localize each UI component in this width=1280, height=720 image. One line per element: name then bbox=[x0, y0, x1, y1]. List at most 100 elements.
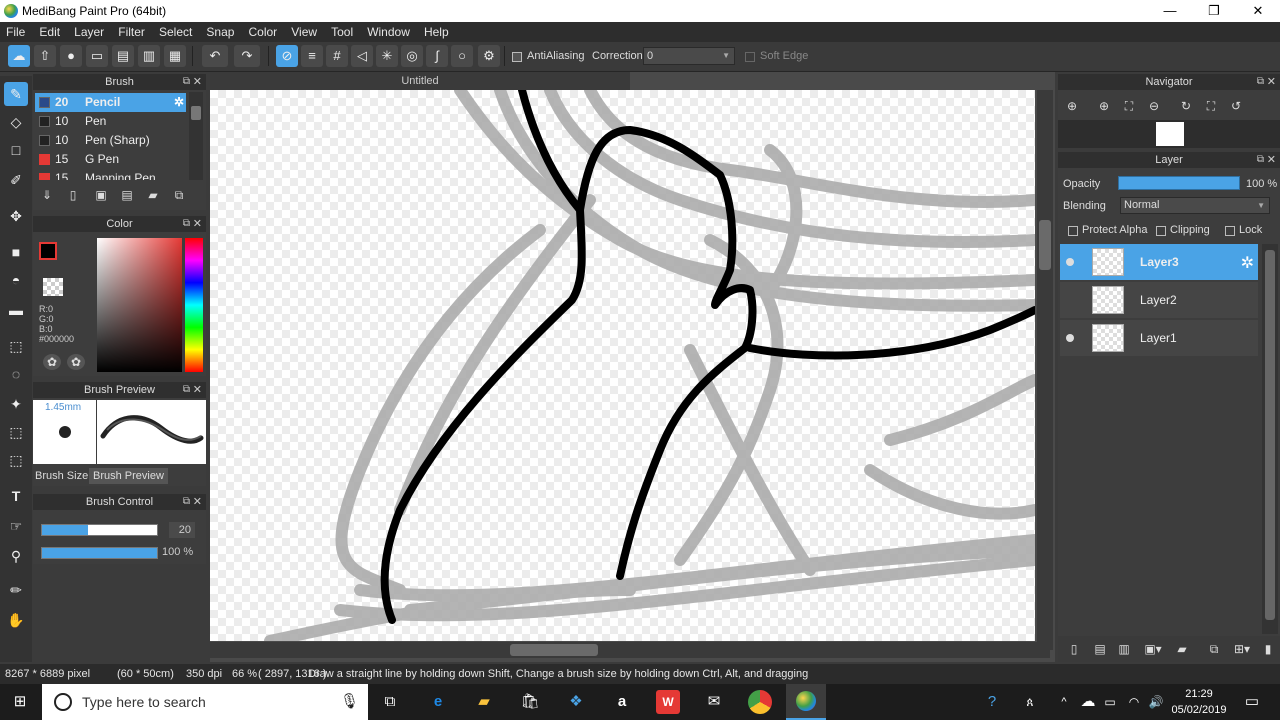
canvas-vertical-scrollbar[interactable] bbox=[1037, 90, 1053, 650]
pen-tool-icon[interactable]: ✐ bbox=[4, 168, 28, 192]
close-button[interactable]: ✕ bbox=[1236, 0, 1280, 22]
maximize-button[interactable]: ❐ bbox=[1192, 0, 1236, 22]
new-halftone-layer-icon[interactable]: ▤ bbox=[1090, 639, 1110, 659]
float-icon[interactable]: ⧉ bbox=[183, 74, 190, 90]
fullscreen-icon[interactable]: ⛶ bbox=[1201, 96, 1221, 116]
dropbox-icon[interactable]: ❖ bbox=[564, 690, 588, 714]
menu-filter[interactable]: Filter bbox=[112, 22, 150, 39]
rotate-reset-icon[interactable]: ↺ bbox=[1226, 96, 1246, 116]
snap-radial-icon[interactable]: ✳ bbox=[376, 45, 398, 67]
minimize-button[interactable]: — bbox=[1148, 0, 1192, 22]
fill-shape-icon[interactable]: ■ bbox=[4, 240, 28, 264]
float-icon[interactable]: ⧉ bbox=[183, 216, 190, 232]
brush-item-pen-sharp[interactable]: 10 Pen (Sharp) bbox=[35, 131, 186, 150]
bucket-tool-icon[interactable]: ◓ bbox=[4, 268, 28, 292]
protect-alpha-checkbox[interactable] bbox=[1068, 226, 1078, 236]
brush-item-g-pen[interactable]: 15 G Pen bbox=[35, 150, 186, 169]
merge-layer-icon[interactable]: ⊞▾ bbox=[1230, 639, 1254, 659]
store-icon[interactable]: 🛍 bbox=[518, 690, 542, 714]
brush-doc-icon[interactable]: ▤ bbox=[117, 185, 137, 205]
cloud-download-icon[interactable]: ⇓ bbox=[37, 185, 57, 205]
select-rect-icon[interactable]: ⬚ bbox=[4, 334, 28, 358]
vertical-scroll-thumb[interactable] bbox=[1039, 220, 1051, 270]
eraser-tool-icon[interactable]: ◇ bbox=[4, 110, 28, 134]
zoom-out-icon[interactable]: ⊖ bbox=[1144, 96, 1164, 116]
operation-tool-icon[interactable]: ☞ bbox=[4, 514, 28, 538]
file-explorer-icon[interactable]: ▰ bbox=[472, 690, 496, 714]
float-icon[interactable]: ⧉ bbox=[1257, 74, 1264, 90]
float-icon[interactable]: ⧉ bbox=[1257, 152, 1264, 168]
windows-start-icon[interactable]: ⊞ bbox=[8, 690, 32, 714]
brush-opacity-slider[interactable] bbox=[41, 547, 158, 559]
brush-item-pen[interactable]: 10 Pen bbox=[35, 112, 186, 131]
horizontal-scroll-thumb[interactable] bbox=[510, 644, 598, 656]
palette-add-icon[interactable]: ✿ bbox=[67, 354, 85, 370]
eye-icon[interactable] bbox=[1066, 334, 1074, 342]
new-brush-icon[interactable]: ▯ bbox=[63, 185, 83, 205]
layer-row-layer1[interactable]: Layer1 bbox=[1060, 320, 1258, 356]
folder-icon[interactable]: ▰ bbox=[143, 185, 163, 205]
close-icon[interactable]: ✕ bbox=[193, 216, 202, 232]
rotate-icon[interactable]: ↻ bbox=[1176, 96, 1196, 116]
menu-select[interactable]: Select bbox=[153, 22, 197, 39]
brush-preview-tab[interactable]: Brush Preview bbox=[89, 468, 168, 484]
select-eraser-icon[interactable]: ⬚ bbox=[4, 448, 28, 472]
snap-off-icon[interactable]: ⊘ bbox=[276, 45, 298, 67]
folder-icon[interactable]: ▰ bbox=[1172, 639, 1192, 659]
drawing-canvas[interactable] bbox=[210, 90, 1035, 641]
menu-color[interactable]: Color bbox=[243, 22, 283, 39]
task-view-icon[interactable]: ⧉ bbox=[378, 690, 402, 714]
amazon-icon[interactable]: a bbox=[610, 690, 634, 714]
undo-icon[interactable]: ↶ bbox=[202, 45, 228, 67]
page-icon[interactable]: ▤ bbox=[112, 45, 134, 67]
comment-icon[interactable]: ▭ bbox=[86, 45, 108, 67]
snap-curve-icon[interactable]: ∫ bbox=[426, 45, 448, 67]
lock-checkbox[interactable] bbox=[1225, 226, 1235, 236]
chevron-up-icon[interactable]: ^ bbox=[1052, 690, 1076, 714]
float-icon[interactable]: ⧉ bbox=[183, 382, 190, 398]
brush-list-scrollbar[interactable] bbox=[189, 92, 203, 180]
onedrive-icon[interactable]: ☁ bbox=[1076, 690, 1100, 714]
gear-icon[interactable]: ✲ bbox=[174, 93, 184, 112]
delete-layer-icon[interactable]: ▮ bbox=[1258, 639, 1278, 659]
close-icon[interactable]: ✕ bbox=[193, 382, 202, 398]
move-tool-icon[interactable]: ✥ bbox=[4, 204, 28, 228]
text-tool-icon[interactable]: T bbox=[4, 484, 28, 508]
layer-opacity-slider[interactable] bbox=[1118, 176, 1240, 190]
wps-icon[interactable]: W bbox=[656, 690, 680, 714]
grid-layout-icon[interactable]: ▦ bbox=[164, 45, 186, 67]
close-icon[interactable]: ✕ bbox=[1267, 74, 1276, 90]
add-layer-dropdown-icon[interactable]: ▣▾ bbox=[1140, 639, 1166, 659]
taskbar-clock[interactable]: 21:29 05/02/2019 bbox=[1168, 686, 1230, 718]
zoom-in-icon[interactable]: ⊕ bbox=[1062, 96, 1082, 116]
add-brush-icon[interactable]: ▣ bbox=[89, 185, 113, 205]
brush-size-slider[interactable] bbox=[41, 524, 158, 536]
transparent-color-swatch[interactable] bbox=[43, 278, 63, 296]
hand-tool-icon[interactable]: ✋ bbox=[4, 608, 28, 632]
taskbar-medibang-active[interactable] bbox=[786, 684, 826, 720]
close-icon[interactable]: ✕ bbox=[1267, 152, 1276, 168]
menu-layer[interactable]: Layer bbox=[68, 22, 109, 39]
taskbar-search[interactable]: Type here to search 🎙 bbox=[42, 684, 368, 720]
layer-scrollbar[interactable] bbox=[1262, 244, 1278, 634]
layer-row-layer3[interactable]: Layer3 ✲ bbox=[1060, 244, 1258, 280]
edge-browser-icon[interactable]: e bbox=[426, 690, 450, 714]
new-8bit-layer-icon[interactable]: ▥ bbox=[1114, 639, 1134, 659]
people-icon[interactable]: ጰ bbox=[1018, 690, 1042, 714]
redo-icon[interactable]: ↷ bbox=[234, 45, 260, 67]
menu-snap[interactable]: Snap bbox=[200, 22, 239, 39]
chrome-icon[interactable] bbox=[748, 690, 772, 714]
snap-circle-icon[interactable]: ○ bbox=[451, 45, 473, 67]
close-icon[interactable]: ✕ bbox=[193, 494, 202, 510]
correction-select[interactable]: 0 ▼ bbox=[643, 47, 735, 65]
canvas-horizontal-scrollbar[interactable] bbox=[210, 642, 1050, 658]
soft-edge-checkbox[interactable] bbox=[745, 52, 755, 62]
hue-slider[interactable] bbox=[185, 238, 203, 372]
eye-icon[interactable] bbox=[1066, 258, 1074, 266]
wifi-icon[interactable]: ◠ bbox=[1122, 690, 1146, 714]
duplicate-icon[interactable]: ⧉ bbox=[169, 185, 189, 205]
volume-icon[interactable]: 🔊 bbox=[1144, 690, 1168, 714]
saturation-value-picker[interactable] bbox=[97, 238, 182, 372]
menu-tool[interactable]: Tool bbox=[325, 22, 358, 39]
help-icon[interactable]: ? bbox=[980, 690, 1004, 714]
